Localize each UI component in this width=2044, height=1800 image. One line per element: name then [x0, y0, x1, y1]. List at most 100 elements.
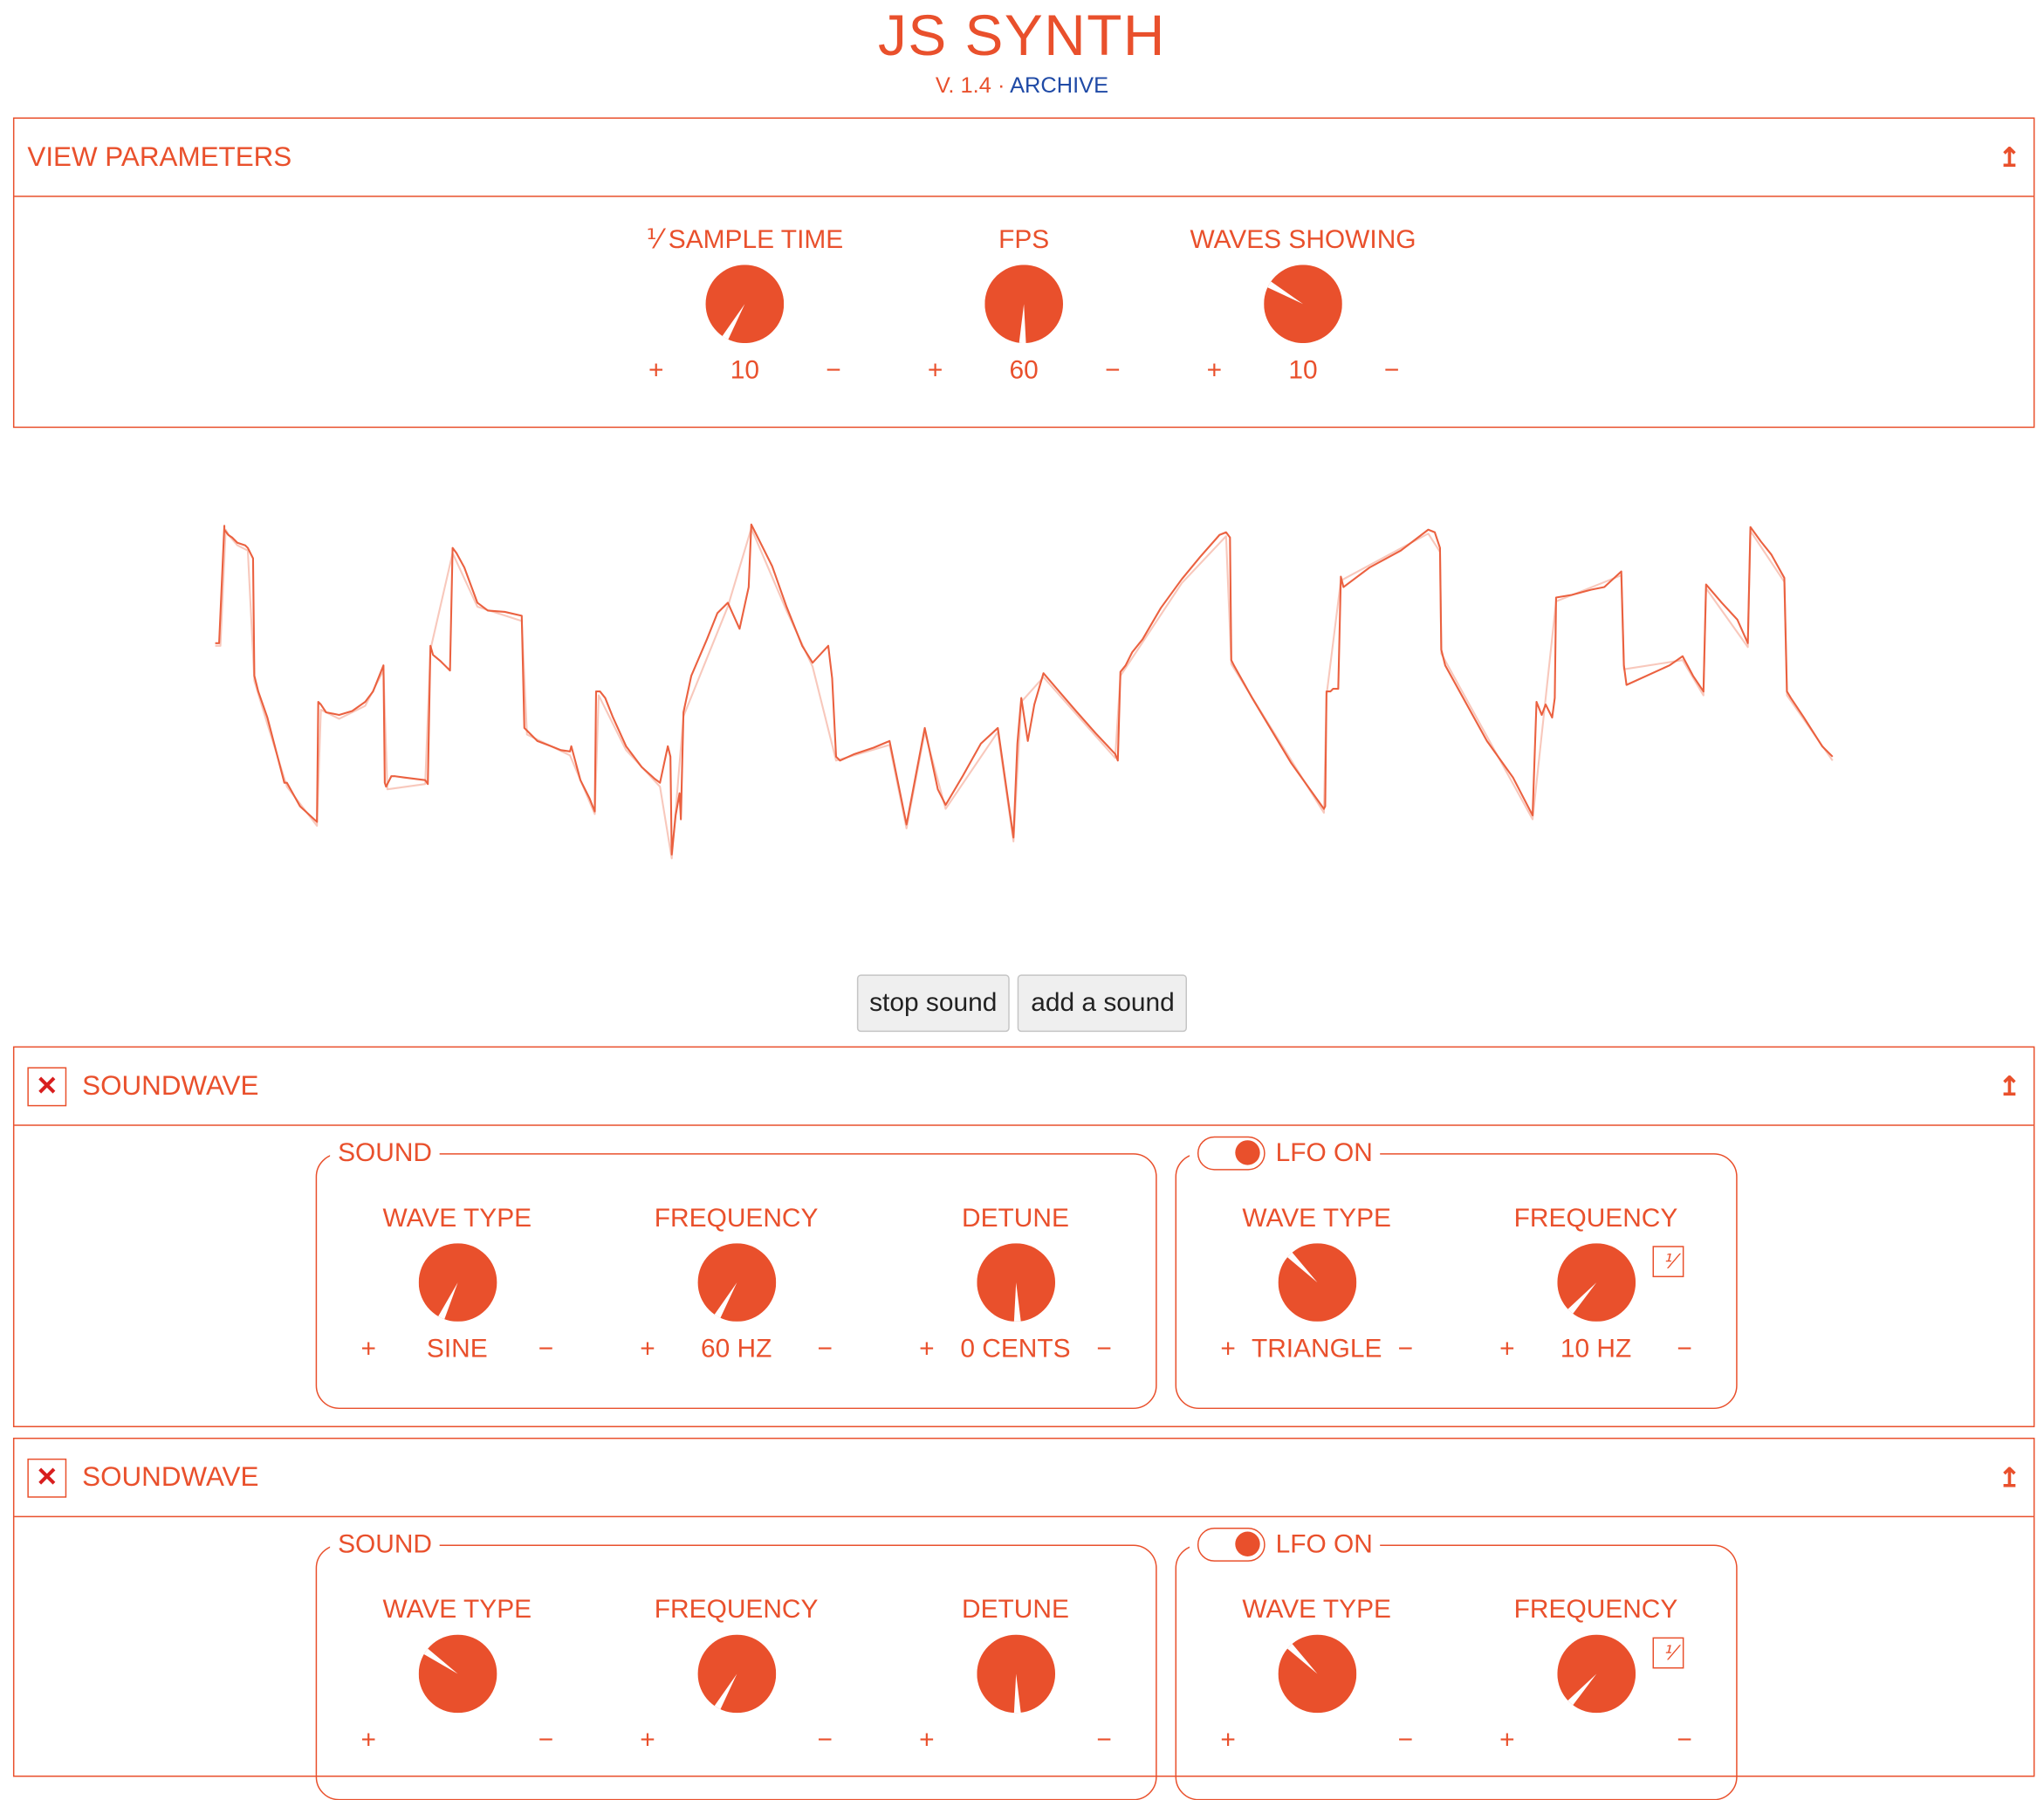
lfo-legend: LFO ON — [1189, 1135, 1381, 1172]
knob-controls-sample-time: +10 − — [641, 351, 849, 390]
lfo-legend-text: LFO ON — [1275, 1530, 1373, 1559]
close-icon[interactable]: ✕ — [27, 1066, 67, 1106]
decrement-button[interactable]: − — [809, 1725, 840, 1755]
knob-fps[interactable] — [984, 265, 1064, 344]
knob-wave-type[interactable] — [1277, 1243, 1356, 1322]
increment-button[interactable]: + — [353, 1334, 384, 1364]
waveform-svg — [215, 523, 1834, 860]
close-icon[interactable]: ✕ — [27, 1458, 67, 1497]
knob-label-frequency: FREQUENCY — [654, 1595, 819, 1625]
knob-group-wave-type: WAVE TYPE + − — [353, 1593, 561, 1760]
increment-button[interactable]: + — [632, 1334, 663, 1364]
knob-frequency[interactable] — [696, 1634, 776, 1714]
knob-frequency[interactable] — [1556, 1634, 1636, 1714]
archive-link[interactable]: ARCHIVE — [1010, 73, 1108, 98]
sound-legend-text: SOUND — [338, 1530, 433, 1559]
knob-detune[interactable] — [976, 1243, 1055, 1322]
knob-value-sample-time: 10 — [730, 355, 759, 385]
sound-legend: SOUND — [330, 1135, 440, 1172]
knob-wave-type[interactable] — [417, 1634, 497, 1714]
knob-group-wave-type: WAVE TYPE + SINE − — [353, 1201, 561, 1368]
increment-button[interactable]: + — [632, 1725, 663, 1755]
decrement-button[interactable]: − — [531, 1725, 562, 1755]
decrement-button[interactable]: − — [1389, 1725, 1421, 1755]
knob-controls-frequency: + − — [1492, 1721, 1700, 1760]
sound-knobs: WAVE TYPE + SINE − FREQUENCY +60 HZ − DETUNE +0 … — [317, 1201, 1156, 1368]
knob-value-wave-type: TRIANGLE — [1251, 1334, 1382, 1364]
toggle-knob-icon — [1235, 1531, 1260, 1556]
collapse-icon[interactable]: ↥ — [1999, 141, 2020, 173]
knob-waves-showing[interactable] — [1264, 265, 1342, 344]
lfo-legend-text: LFO ON — [1275, 1138, 1373, 1168]
decrement-button[interactable]: − — [1389, 1334, 1421, 1364]
knob-label-detune: DETUNE — [962, 1595, 1069, 1625]
increment-button[interactable]: + — [920, 355, 951, 385]
increment-button[interactable]: + — [1198, 355, 1230, 385]
increment-button[interactable]: + — [1212, 1334, 1244, 1364]
knob-controls-detune: +0 CENTS − — [911, 1329, 1120, 1369]
lfo-legend: LFO ON — [1189, 1526, 1381, 1563]
decrement-button[interactable]: − — [1088, 1334, 1120, 1364]
sound-controls: stop sound add a sound — [0, 974, 2044, 1033]
lfo-fieldset: LFO ON ⅟ WAVE TYPE + − FREQUENCY + − — [1175, 1526, 1738, 1800]
waveform-line — [215, 523, 1834, 855]
knob-wave-type[interactable] — [1277, 1634, 1356, 1714]
knob-value-wave-type: SINE — [426, 1334, 488, 1364]
decrement-button[interactable]: − — [1376, 355, 1408, 385]
view-parameters-panel: VIEW PARAMETERS ↥ ⅟ SAMPLE TIME +10 − FPS +6… — [12, 117, 2035, 429]
knob-frequency[interactable] — [696, 1243, 776, 1322]
knob-group-sample-time: ⅟ SAMPLE TIME +10 − — [641, 223, 849, 390]
soundwave-header[interactable]: ✕ SOUNDWAVE ↥ — [14, 1439, 2034, 1518]
add-sound-button[interactable]: add a sound — [1018, 974, 1188, 1033]
soundwave-header[interactable]: ✕ SOUNDWAVE ↥ — [14, 1048, 2034, 1126]
app-title: JS SYNTH — [878, 3, 1166, 68]
app-subtitle: V. 1.4 · ARCHIVE — [0, 73, 2044, 100]
knob-label-waves-showing: WAVES SHOWING — [1190, 225, 1416, 255]
knob-group-frequency: FREQUENCY +10 HZ − — [1492, 1201, 1700, 1368]
increment-button[interactable]: + — [641, 355, 672, 385]
collapse-icon[interactable]: ↥ — [1999, 1069, 2020, 1102]
knob-group-fps: FPS +60 − — [920, 223, 1128, 390]
increment-button[interactable]: + — [353, 1725, 384, 1755]
separator-text: · — [997, 72, 1005, 99]
stop-sound-button[interactable]: stop sound — [856, 974, 1011, 1033]
increment-button[interactable]: + — [1212, 1725, 1244, 1755]
sound-fieldset: SOUND WAVE TYPE + SINE − FREQUENCY +60 HZ − DETU… — [315, 1135, 1157, 1410]
collapse-icon[interactable]: ↥ — [1999, 1461, 2020, 1494]
knob-frequency[interactable] — [1556, 1243, 1636, 1322]
knob-controls-wave-type: + TRIANGLE − — [1212, 1329, 1421, 1369]
knob-label-sample-time: ⅟ SAMPLE TIME — [646, 225, 844, 255]
knob-label-wave-type: WAVE TYPE — [382, 1595, 532, 1625]
knob-value-frequency: 10 HZ — [1560, 1334, 1632, 1364]
increment-button[interactable]: + — [911, 1725, 943, 1755]
knob-controls-frequency: +10 HZ − — [1492, 1329, 1700, 1369]
knob-group-detune: DETUNE + − — [911, 1593, 1120, 1760]
increment-button[interactable]: + — [1492, 1725, 1523, 1755]
decrement-button[interactable]: − — [809, 1334, 840, 1364]
increment-button[interactable]: + — [911, 1334, 943, 1364]
knob-wave-type[interactable] — [417, 1243, 497, 1322]
knob-label-wave-type: WAVE TYPE — [1242, 1204, 1391, 1233]
knob-group-wave-type: WAVE TYPE + − — [1212, 1593, 1421, 1760]
view-parameters-header[interactable]: VIEW PARAMETERS ↥ — [14, 119, 2034, 197]
decrement-button[interactable]: − — [1097, 355, 1128, 385]
decrement-button[interactable]: − — [818, 355, 849, 385]
decrement-button[interactable]: − — [531, 1334, 562, 1364]
knob-label-fps: FPS — [998, 225, 1050, 255]
soundwave-panel: ✕ SOUNDWAVE ↥ SOUND WAVE TYPE + − FREQUENCY + − DE… — [12, 1437, 2035, 1800]
increment-button[interactable]: + — [1492, 1334, 1523, 1364]
lfo-toggle[interactable] — [1197, 1528, 1265, 1562]
knob-sample-time[interactable] — [705, 265, 785, 344]
decrement-button[interactable]: − — [1669, 1334, 1700, 1364]
decrement-button[interactable]: − — [1669, 1725, 1700, 1755]
knob-group-frequency: FREQUENCY + − — [1492, 1593, 1700, 1760]
knob-detune[interactable] — [976, 1634, 1055, 1714]
decrement-button[interactable]: − — [1088, 1725, 1120, 1755]
sound-legend-text: SOUND — [338, 1138, 433, 1168]
knob-label-wave-type: WAVE TYPE — [382, 1204, 532, 1233]
knob-controls-wave-type: + − — [1212, 1721, 1421, 1760]
waveform-trail — [215, 527, 1834, 860]
knob-controls-wave-type: + − — [353, 1721, 561, 1760]
knob-label-frequency: FREQUENCY — [1513, 1595, 1678, 1625]
lfo-toggle[interactable] — [1197, 1136, 1265, 1171]
